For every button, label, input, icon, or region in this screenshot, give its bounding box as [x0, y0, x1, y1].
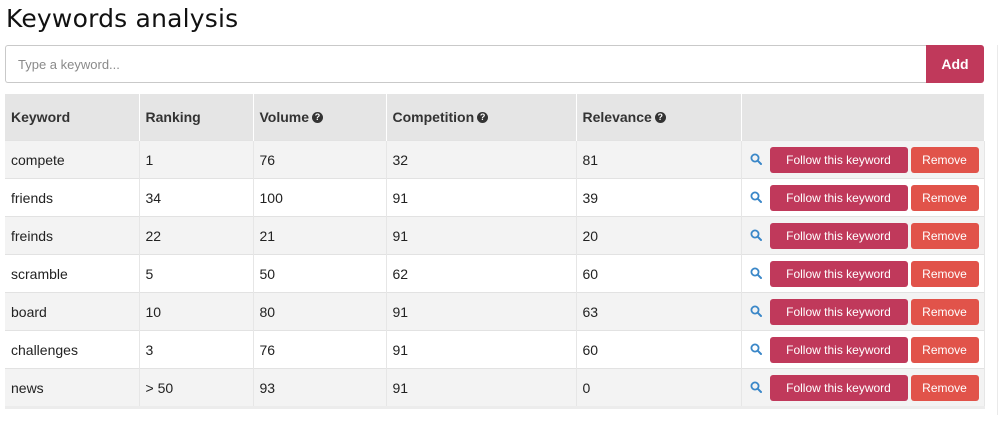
question-circle-icon[interactable]: ? — [477, 111, 489, 123]
row-actions: Follow this keyword Remove — [741, 178, 985, 217]
follow-keyword-button[interactable]: Follow this keyword — [769, 298, 908, 325]
cell-keyword: board — [5, 292, 140, 331]
cell-ranking: 5 — [139, 254, 254, 293]
question-circle-icon[interactable]: ? — [312, 111, 324, 123]
search-icon[interactable] — [750, 266, 762, 282]
table-row: compete 1 76 32 81 Follow this keyword Remove — [5, 140, 985, 179]
cell-competition: 91 — [386, 216, 577, 255]
cell-keyword: friends — [5, 178, 140, 217]
remove-button[interactable]: Remove — [910, 374, 979, 401]
remove-button[interactable]: Remove — [910, 336, 979, 363]
column-header-label: Volume — [259, 109, 310, 125]
cell-ranking: 10 — [139, 292, 254, 331]
cell-volume: 21 — [253, 216, 387, 255]
remove-button[interactable]: Remove — [910, 146, 979, 173]
remove-button[interactable]: Remove — [910, 184, 979, 211]
cell-volume: 80 — [253, 292, 387, 331]
column-header-relevance: Relevance? — [576, 94, 742, 141]
cell-keyword: challenges — [5, 330, 140, 369]
search-icon[interactable] — [750, 190, 762, 206]
cell-volume: 76 — [253, 140, 387, 179]
table-body: compete 1 76 32 81 Follow this keyword Remove f… — [5, 140, 985, 409]
table-row: news > 50 93 91 0 Follow this keyword Remove — [5, 368, 985, 409]
cell-relevance: 60 — [576, 330, 742, 369]
column-header-actions — [741, 94, 985, 141]
cell-keyword: scramble — [5, 254, 140, 293]
remove-button[interactable]: Remove — [910, 260, 979, 287]
search-icon[interactable] — [750, 380, 762, 396]
cell-relevance: 81 — [576, 140, 742, 179]
follow-keyword-button[interactable]: Follow this keyword — [769, 184, 908, 211]
cell-volume: 50 — [253, 254, 387, 293]
row-actions: Follow this keyword Remove — [741, 368, 985, 409]
cell-keyword: news — [5, 368, 140, 409]
row-actions: Follow this keyword Remove — [741, 330, 985, 369]
search-icon[interactable] — [750, 342, 762, 358]
keywords-table: Keyword Ranking Volume? Competition? Relevan… — [5, 94, 985, 409]
follow-keyword-button[interactable]: Follow this keyword — [769, 336, 908, 363]
row-actions: Follow this keyword Remove — [741, 216, 985, 255]
cell-volume: 76 — [253, 330, 387, 369]
cell-competition: 62 — [386, 254, 577, 293]
table-row: board 10 80 91 63 Follow this keyword Remove — [5, 292, 985, 331]
cell-relevance: 20 — [576, 216, 742, 255]
column-header-label: Relevance — [582, 109, 652, 125]
table-row: challenges 3 76 91 60 Follow this keyword Remo… — [5, 330, 985, 369]
divider — [997, 45, 998, 415]
column-header-competition: Competition? — [386, 94, 577, 141]
column-header-label: Competition — [392, 109, 475, 125]
cell-relevance: 39 — [576, 178, 742, 217]
cell-keyword: freinds — [5, 216, 140, 255]
column-header-label: Keyword — [11, 109, 71, 125]
table-row: freinds 22 21 91 20 Follow this keyword Remove — [5, 216, 985, 255]
cell-competition: 91 — [386, 330, 577, 369]
cell-keyword: compete — [5, 140, 140, 179]
remove-button[interactable]: Remove — [910, 298, 979, 325]
follow-keyword-button[interactable]: Follow this keyword — [769, 374, 908, 401]
column-header-ranking: Ranking — [139, 94, 254, 141]
cell-ranking: 34 — [139, 178, 254, 217]
row-actions: Follow this keyword Remove — [741, 292, 985, 331]
follow-keyword-button[interactable]: Follow this keyword — [769, 260, 908, 287]
cell-competition: 91 — [386, 368, 577, 409]
follow-keyword-button[interactable]: Follow this keyword — [769, 146, 908, 173]
row-actions: Follow this keyword Remove — [741, 254, 985, 293]
cell-relevance: 63 — [576, 292, 742, 331]
cell-competition: 91 — [386, 292, 577, 331]
cell-relevance: 60 — [576, 254, 742, 293]
column-header-keyword: Keyword — [5, 94, 140, 141]
keyword-input[interactable] — [5, 45, 926, 83]
cell-competition: 91 — [386, 178, 577, 217]
column-header-volume: Volume? — [253, 94, 387, 141]
search-icon[interactable] — [750, 228, 762, 244]
cell-competition: 32 — [386, 140, 577, 179]
cell-ranking: 3 — [139, 330, 254, 369]
search-icon[interactable] — [750, 152, 762, 168]
add-button[interactable]: Add — [926, 45, 984, 83]
follow-keyword-button[interactable]: Follow this keyword — [769, 222, 908, 249]
column-header-label: Ranking — [145, 109, 201, 125]
cell-volume: 93 — [253, 368, 387, 409]
cell-ranking: > 50 — [139, 368, 254, 409]
search-icon[interactable] — [750, 304, 762, 320]
cell-ranking: 22 — [139, 216, 254, 255]
page-title: Keywords analysis — [6, 4, 239, 33]
cell-relevance: 0 — [576, 368, 742, 409]
add-keyword-form: Add — [5, 45, 984, 83]
table-row: friends 34 100 91 39 Follow this keyword Remov… — [5, 178, 985, 217]
table-header-row: Keyword Ranking Volume? Competition? Relevan… — [5, 94, 985, 141]
table-row: scramble 5 50 62 60 Follow this keyword Remove — [5, 254, 985, 293]
cell-volume: 100 — [253, 178, 387, 217]
question-circle-icon[interactable]: ? — [654, 111, 666, 123]
remove-button[interactable]: Remove — [910, 222, 979, 249]
row-actions: Follow this keyword Remove — [741, 140, 985, 179]
cell-ranking: 1 — [139, 140, 254, 179]
